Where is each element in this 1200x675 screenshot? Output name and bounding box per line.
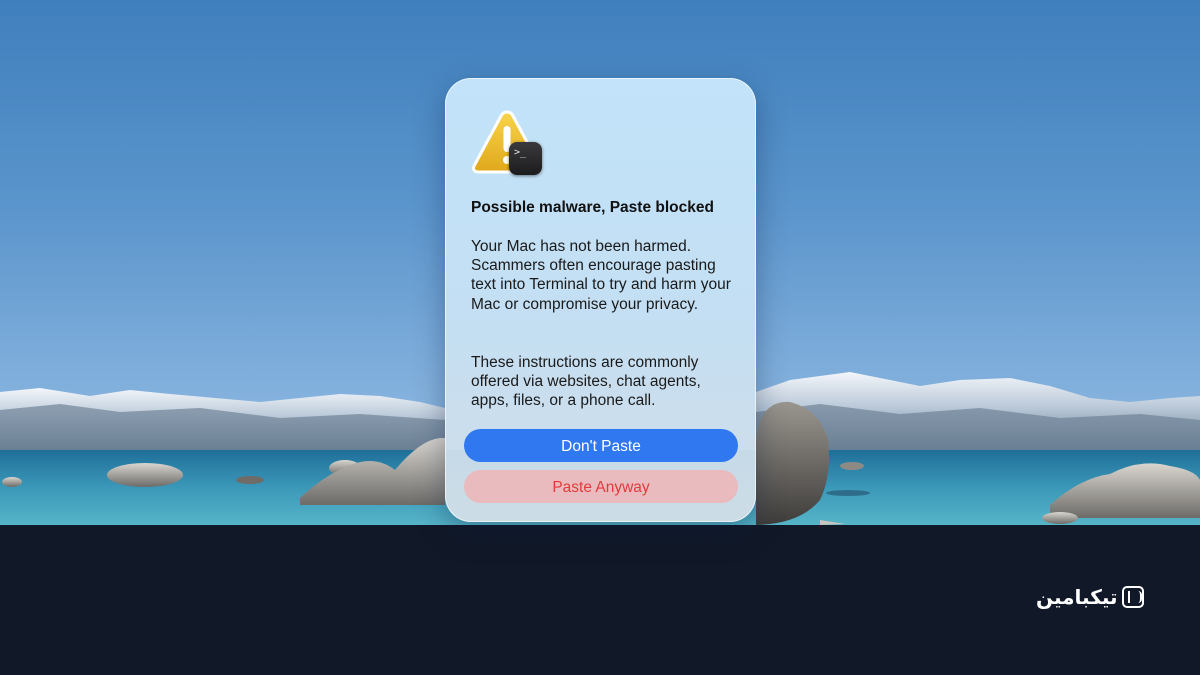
- paste-blocked-alert: >_ Possible malware, Paste blocked Your …: [445, 78, 756, 522]
- brand-mark-icon: [1121, 586, 1144, 608]
- terminal-icon: >_: [509, 142, 542, 175]
- dont-paste-button[interactable]: Don't Paste: [464, 429, 738, 462]
- brand-logo: تیکبامین: [1036, 582, 1144, 612]
- paste-anyway-button[interactable]: Paste Anyway: [464, 470, 738, 503]
- alert-title: Possible malware, Paste blocked: [471, 199, 714, 216]
- terminal-prompt-glyph: >_: [514, 147, 527, 158]
- alert-message: Your Mac has not been harmed. Scammers o…: [471, 238, 731, 313]
- alert-info: These instructions are commonly offered …: [471, 354, 701, 410]
- brand-logo-text: تیکبامین: [1036, 585, 1118, 609]
